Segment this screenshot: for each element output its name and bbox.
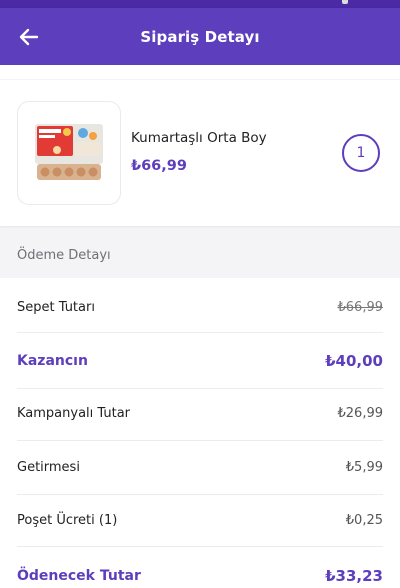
back-button[interactable] xyxy=(14,22,44,52)
quantity-badge[interactable]: 1 xyxy=(342,134,380,172)
scrolled-content-edge xyxy=(0,65,400,79)
row-value: ₺26,99 xyxy=(337,406,384,421)
page-title: Sipariş Detayı xyxy=(140,27,260,46)
divider xyxy=(17,494,383,495)
payment-details: Sepet Tutarı ₺66,99 Kazancın ₺40,00 Kamp… xyxy=(0,278,400,588)
product-name: Kumartaşlı Orta Boy xyxy=(131,130,267,146)
divider xyxy=(17,332,383,333)
bag-fee-row: Poşet Ücreti (1) ₺0,25 xyxy=(17,513,383,528)
savings-row: Kazancın ₺40,00 xyxy=(17,352,383,370)
status-indicator xyxy=(342,0,348,4)
row-value: ₺0,25 xyxy=(345,513,383,528)
row-value: ₺40,00 xyxy=(325,352,383,370)
row-value: ₺5,99 xyxy=(345,460,383,475)
product-price: ₺66,99 xyxy=(131,158,187,174)
delivery-fee-row: Getirmesi ₺5,99 xyxy=(17,460,383,475)
payable-total-row: Ödenecek Tutar ₺33,23 xyxy=(17,567,383,585)
row-label: Getirmesi xyxy=(17,460,80,475)
row-label: Ödenecek Tutar xyxy=(17,568,141,584)
arrow-left-icon xyxy=(19,28,39,46)
status-bar xyxy=(0,0,400,8)
basket-total-row: Sepet Tutarı ₺66,99 xyxy=(17,300,383,315)
app-bar: Sipariş Detayı xyxy=(0,8,400,65)
product-card: Kumartaşlı Orta Boy ₺66,99 1 xyxy=(0,80,400,226)
campaign-total-row: Kampanyalı Tutar ₺26,99 xyxy=(17,406,383,421)
divider xyxy=(17,388,383,389)
payment-section-title: Ödeme Detayı xyxy=(17,248,111,263)
divider xyxy=(17,546,383,547)
row-value: ₺66,99 xyxy=(337,300,384,315)
row-label: Kampanyalı Tutar xyxy=(17,406,131,421)
product-image[interactable] xyxy=(17,101,121,205)
row-label: Poşet Ücreti (1) xyxy=(17,513,118,528)
row-value: ₺33,23 xyxy=(325,567,383,585)
egg-carton-image xyxy=(35,124,103,180)
row-label: Kazancın xyxy=(17,353,88,369)
row-label: Sepet Tutarı xyxy=(17,300,95,315)
divider xyxy=(17,440,383,441)
